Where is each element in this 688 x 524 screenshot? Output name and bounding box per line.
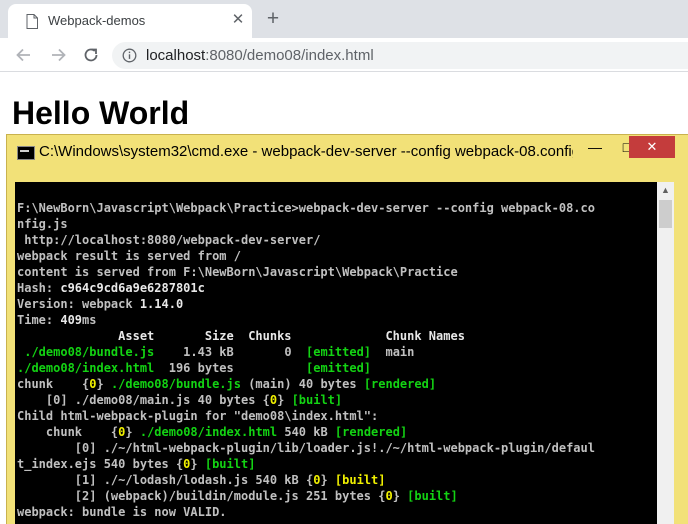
console-segment: webpack result is served from / xyxy=(17,249,241,263)
console-line: content is served from F:\NewBorn\Javasc… xyxy=(17,264,595,280)
console-segment: nfig.js xyxy=(17,217,68,231)
console-line: Version: webpack 1.14.0 xyxy=(17,296,595,312)
console-segment: chunk { xyxy=(17,377,90,391)
console-line: [0] ./demo08/main.js 40 bytes {0} [built… xyxy=(17,392,595,408)
console-segment: ms xyxy=(82,313,97,327)
tab-strip: Webpack-demos ✕ + xyxy=(0,0,688,38)
console-segment: [built] xyxy=(407,489,458,503)
console-line: webpack result is served from / xyxy=(17,248,595,264)
console-line: t_index.ejs 540 bytes {0} [built] xyxy=(17,456,595,472)
console-line: ./demo08/index.html 196 bytes [emitted] xyxy=(17,360,595,376)
console-segment: ./demo08/index.html xyxy=(139,425,278,439)
info-icon[interactable] xyxy=(122,48,137,63)
console-segment: Hash: xyxy=(17,281,61,295)
console-line: [2] (webpack)/buildin/module.js 251 byte… xyxy=(17,488,595,504)
page-heading: Hello World xyxy=(12,95,190,131)
console-segment: [0] ./demo08/main.js 40 bytes { xyxy=(17,393,270,407)
close-button[interactable]: ✕ xyxy=(629,136,675,158)
console-line: chunk {0} ./demo08/index.html 540 kB [re… xyxy=(17,424,595,440)
console-segment: 1.14.0 xyxy=(139,297,184,311)
console-segment: chunk { xyxy=(17,425,119,439)
console-segment: ./demo08/bundle.js xyxy=(17,345,155,359)
forward-arrow-icon[interactable] xyxy=(47,44,69,66)
console-segment: (main) 40 bytes xyxy=(240,377,364,391)
console-segment: } xyxy=(96,377,111,391)
console-segment: F:\NewBorn\Javascript\Webpack\Practice>w… xyxy=(17,201,595,215)
url-host: localhost xyxy=(146,47,206,64)
console-segment: } xyxy=(125,425,140,439)
console-segment: Time: xyxy=(17,313,61,327)
cmd-window: C:\Windows\system32\cmd.exe - webpack-de… xyxy=(6,134,688,524)
tab-close-icon[interactable]: ✕ xyxy=(229,11,247,29)
console-segment: c964c9cd6a9e6287801c xyxy=(60,281,205,295)
console-line: [0] ./~/html-webpack-plugin/lib/loader.j… xyxy=(17,440,595,456)
console-segment: [1] ./~/lodash/lodash.js 540 kB { xyxy=(17,473,314,487)
console-segment: ./demo08/bundle.js xyxy=(110,377,241,391)
console-line: Child html-webpack-plugin for "demo08\in… xyxy=(17,408,595,424)
scroll-thumb[interactable] xyxy=(659,200,672,228)
console-segment: } xyxy=(392,489,408,503)
console-segment: 196 bytes xyxy=(154,361,306,375)
console-segment: 409 xyxy=(60,313,83,327)
console-output[interactable]: F:\NewBorn\Javascript\Webpack\Practice>w… xyxy=(15,182,657,524)
console-segment: webpack: bundle is now VALID. xyxy=(17,505,227,519)
reload-icon[interactable] xyxy=(80,44,102,66)
console-segment: } xyxy=(190,457,205,471)
browser-tab[interactable]: Webpack-demos ✕ xyxy=(8,4,252,38)
console-segment: [emitted] xyxy=(306,345,372,359)
console-segment: [built] xyxy=(291,393,343,407)
console-segment: Child html-webpack-plugin for "demo08\in… xyxy=(17,409,379,423)
url-text: localhost:8080/demo08/index.html xyxy=(146,47,374,64)
console-segment: [0] ./~/html-webpack-plugin/lib/loader.j… xyxy=(17,441,595,455)
tab-title: Webpack-demos xyxy=(48,13,146,28)
console-segment: [built] xyxy=(204,457,256,471)
console-segment: 0 xyxy=(385,489,393,503)
browser-toolbar: localhost:8080/demo08/index.html xyxy=(0,38,688,72)
console-segment: t_index.ejs 540 bytes { xyxy=(17,457,184,471)
console-segment: 540 kB xyxy=(277,425,335,439)
scroll-up-icon[interactable]: ▲ xyxy=(657,182,674,199)
console-segment: [2] (webpack)/buildin/module.js 251 byte… xyxy=(17,489,386,503)
new-tab-button[interactable]: + xyxy=(262,8,284,30)
console-line: http://localhost:8080/webpack-dev-server… xyxy=(17,232,595,248)
cmd-title: C:\Windows\system32\cmd.exe - webpack-de… xyxy=(39,143,573,160)
console-segment: Asset Size Chunks Chunk Names xyxy=(17,329,465,343)
cmd-title-bar[interactable]: C:\Windows\system32\cmd.exe - webpack-de… xyxy=(7,135,688,166)
console-segment: [emitted] xyxy=(306,361,372,375)
console-segment: main xyxy=(371,345,415,359)
console-line: chunk {0} ./demo08/bundle.js (main) 40 b… xyxy=(17,376,595,392)
console-line: F:\NewBorn\Javascript\Webpack\Practice>w… xyxy=(17,200,595,216)
console-segment: http://localhost:8080/webpack-dev-server… xyxy=(17,233,321,247)
console-segment: } xyxy=(320,473,335,487)
console-line: Asset Size Chunks Chunk Names xyxy=(17,328,595,344)
console-segment: [rendered] xyxy=(363,377,437,391)
cmd-icon xyxy=(17,146,35,160)
console-line: Hash: c964c9cd6a9e6287801c xyxy=(17,280,595,296)
console-segment: ./demo08/index.html xyxy=(17,361,155,375)
console-segment: [built] xyxy=(334,473,386,487)
console-line: webpack: bundle is now VALID. xyxy=(17,504,595,520)
console-line: [1] ./~/lodash/lodash.js 540 kB {0} [bui… xyxy=(17,472,595,488)
console-line: ./demo08/bundle.js 1.43 kB 0 [emitted] m… xyxy=(17,344,595,360)
url-path: :8080/demo08/index.html xyxy=(205,47,374,64)
console-segment: Version: webpack xyxy=(17,297,140,311)
back-arrow-icon[interactable] xyxy=(13,44,35,66)
console-segment: content is served from F:\NewBorn\Javasc… xyxy=(17,265,458,279)
vertical-scrollbar[interactable]: ▲ xyxy=(657,182,674,524)
console-line: Time: 409ms xyxy=(17,312,595,328)
console-segment: } xyxy=(277,393,292,407)
console-line: nfig.js xyxy=(17,216,595,232)
console-segment: [rendered] xyxy=(334,425,408,439)
console-text: F:\NewBorn\Javascript\Webpack\Practice>w… xyxy=(17,184,595,520)
page-icon xyxy=(26,14,38,29)
console-segment: 1.43 kB 0 xyxy=(154,345,306,359)
address-bar[interactable]: localhost:8080/demo08/index.html xyxy=(112,42,688,69)
